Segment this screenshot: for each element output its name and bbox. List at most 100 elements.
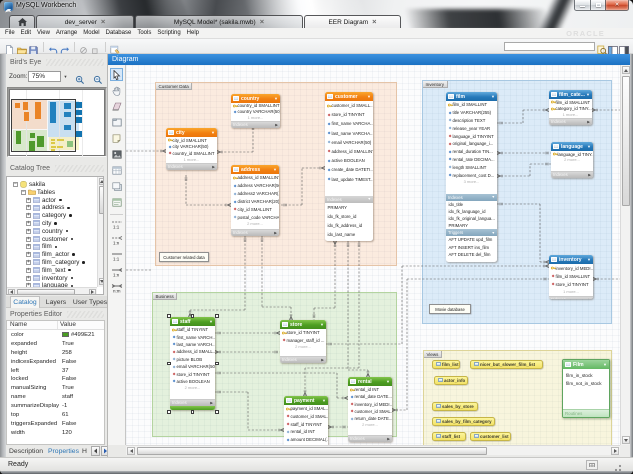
section-header-triggers[interactable]: Triggers▼ bbox=[446, 229, 497, 236]
tree-scroll-up[interactable] bbox=[99, 178, 104, 185]
tab-close-icon[interactable]: × bbox=[260, 20, 264, 24]
view-tool[interactable] bbox=[110, 180, 123, 193]
property-row-height[interactable]: height258 bbox=[7, 348, 105, 357]
tree-expander-icon[interactable]: + bbox=[26, 221, 31, 226]
table-store[interactable]: store▼store_id TINYINTmanager_staff_id .… bbox=[280, 320, 326, 363]
menu-tools[interactable]: Tools bbox=[134, 30, 154, 36]
tree-item-film_text[interactable]: +film_text bbox=[26, 266, 103, 274]
table-film[interactable]: film▼film_id SMALLINTtitle VARCHAR(255)d… bbox=[446, 92, 497, 262]
tree-hscroll-thumb[interactable] bbox=[17, 289, 75, 296]
open-folder-icon[interactable] bbox=[17, 42, 27, 52]
scroll-right-arrow[interactable] bbox=[611, 447, 619, 455]
new-diagram-icon[interactable] bbox=[110, 42, 120, 52]
view-film_list[interactable]: film_list bbox=[432, 360, 460, 369]
property-row-manualSizing[interactable]: manualSizingTrue bbox=[7, 384, 105, 393]
collapse-caret-icon[interactable]: ▼ bbox=[586, 92, 590, 97]
page-icon[interactable] bbox=[91, 42, 101, 52]
collapse-caret-icon[interactable]: ▼ bbox=[274, 96, 278, 101]
table-rental[interactable]: rental▼rental_id INTrental_date DATE...i… bbox=[348, 377, 392, 442]
tab-close-icon[interactable]: × bbox=[372, 20, 376, 24]
table-staff[interactable]: staff▼staff_id TINYINTfirst_name VARCH..… bbox=[170, 317, 215, 410]
document-tab-EER[interactable]: EER Diagram× bbox=[304, 15, 401, 28]
menu-help[interactable]: Help bbox=[184, 30, 202, 36]
tree-item-customer[interactable]: +customer bbox=[26, 235, 103, 243]
selection-handle[interactable] bbox=[215, 314, 219, 318]
collapse-caret-icon[interactable]: ▼ bbox=[273, 167, 277, 172]
table-header[interactable]: country▼ bbox=[231, 94, 280, 103]
tree-item-film[interactable]: +film bbox=[26, 243, 103, 251]
collapse-caret-icon[interactable]: ▼ bbox=[587, 257, 591, 262]
menu-scripting[interactable]: Scripting bbox=[154, 30, 183, 36]
tree-expander-icon[interactable]: + bbox=[26, 213, 31, 218]
selection-handle[interactable] bbox=[215, 410, 219, 414]
tree-expander-icon[interactable]: + bbox=[26, 205, 31, 210]
property-row-summarizeDisplay[interactable]: summarizeDisplay-1 bbox=[7, 402, 105, 411]
collapse-caret-icon[interactable]: ▼ bbox=[320, 322, 324, 327]
table-language[interactable]: language▼language_id TINY...2 more...Ind… bbox=[551, 142, 593, 178]
no-symbol-icon[interactable] bbox=[79, 42, 89, 52]
table-inventory[interactable]: inventory▼inventory_id MEDI...film_id SM… bbox=[549, 255, 593, 299]
routine-group-tool[interactable] bbox=[110, 196, 123, 209]
tree-expander-icon[interactable]: + bbox=[26, 252, 31, 257]
search-input[interactable] bbox=[504, 42, 595, 51]
tree-item-film_actor[interactable]: +film_actor bbox=[26, 251, 103, 259]
table-header[interactable]: store▼ bbox=[280, 320, 326, 329]
rel-1-n-nonid-tool[interactable]: 1:n bbox=[110, 234, 123, 247]
tree-vscroll-thumb[interactable] bbox=[99, 186, 104, 214]
table-header[interactable]: rental▼ bbox=[348, 377, 392, 386]
close-button[interactable]: ✕ bbox=[605, 0, 629, 11]
section-header-indexes[interactable]: Indexes▼ bbox=[446, 194, 497, 201]
menu-arrange[interactable]: Arrange bbox=[53, 30, 80, 36]
property-row-width[interactable]: width120 bbox=[7, 428, 105, 437]
tab-user-types[interactable]: User Types bbox=[72, 296, 108, 308]
zoom-value-input[interactable]: 75% bbox=[28, 71, 61, 82]
view-sales_by_store[interactable]: sales_by_store bbox=[432, 402, 478, 411]
view-nicer_but_slower_film_list[interactable]: nicer_but_slower_film_list bbox=[470, 360, 543, 369]
indexes-footer[interactable]: Indexes▶ bbox=[549, 296, 593, 299]
table-header[interactable]: city▼ bbox=[166, 128, 217, 137]
collapse-caret-icon[interactable]: ▼ bbox=[209, 319, 213, 324]
tab-scroll-left-button[interactable] bbox=[91, 446, 100, 456]
tree-expander-icon[interactable]: + bbox=[26, 260, 31, 265]
indexes-footer[interactable]: Indexes▶ bbox=[231, 121, 280, 129]
tree-item-film_category[interactable]: +film_category bbox=[26, 258, 103, 266]
table-header[interactable]: payment▼ bbox=[284, 396, 328, 405]
view-staff_list[interactable]: staff_list bbox=[432, 432, 466, 441]
property-row-indicesExpanded[interactable]: indicesExpandedFalse bbox=[7, 357, 105, 366]
zoom-dropdown-button[interactable]: ▼ bbox=[61, 71, 70, 82]
collapse-caret-icon[interactable]: ▼ bbox=[491, 94, 495, 99]
table-header[interactable]: customer▼ bbox=[325, 92, 373, 101]
tree-expander-icon[interactable]: + bbox=[26, 244, 31, 249]
note-tool[interactable] bbox=[110, 132, 123, 145]
tab-layers[interactable]: Layers bbox=[44, 296, 68, 308]
birds-eye-minimap[interactable] bbox=[7, 87, 107, 157]
selection-handle[interactable] bbox=[215, 362, 219, 366]
vscroll-thumb[interactable] bbox=[622, 76, 630, 206]
canvas-vertical-scrollbar[interactable] bbox=[620, 65, 630, 445]
routine-group-header[interactable]: Film▼ bbox=[563, 360, 609, 369]
table-header[interactable]: staff▼ bbox=[170, 317, 215, 326]
tree-vscrollbar[interactable] bbox=[97, 177, 104, 287]
diagram-canvas[interactable]: Customer DataInventoryBusinessViewscount… bbox=[126, 65, 620, 445]
selection-handle[interactable] bbox=[167, 410, 171, 414]
table-header[interactable]: inventory▼ bbox=[549, 255, 593, 264]
scroll-down-arrow[interactable] bbox=[622, 436, 630, 444]
table-film_cate[interactable]: film_cate...▼film_id SMALLINTcategory_id… bbox=[549, 90, 592, 125]
tree-item-city[interactable]: +city bbox=[26, 219, 103, 227]
indexes-footer[interactable]: Indexes▶ bbox=[348, 435, 392, 443]
property-row-expanded[interactable]: expandedTrue bbox=[7, 339, 105, 348]
tree-item-country[interactable]: +country bbox=[26, 227, 103, 235]
section-header-indexes[interactable]: Indexes▼ bbox=[325, 196, 373, 203]
selection-handle[interactable] bbox=[191, 314, 195, 318]
table-city[interactable]: city▼city_id SMALLINTcity VARCHAR(50)cou… bbox=[166, 128, 217, 170]
property-row-triggersExpanded[interactable]: triggersExpandedFalse bbox=[7, 420, 105, 429]
collapse-caret-icon[interactable]: ▼ bbox=[322, 398, 326, 403]
selection-handle[interactable] bbox=[167, 314, 171, 318]
rel-1-1-nonid-tool[interactable]: 1:1 bbox=[110, 218, 123, 231]
scroll-up-arrow[interactable] bbox=[622, 66, 630, 74]
tree-item-inventory[interactable]: +inventory bbox=[26, 274, 103, 282]
indexes-footer[interactable]: Indexes▶ bbox=[170, 399, 215, 407]
tab-catalog[interactable]: Catalog bbox=[10, 296, 40, 308]
tree-item-schema[interactable]: −sakila bbox=[13, 180, 103, 188]
table-header[interactable]: address▼ bbox=[231, 165, 279, 174]
